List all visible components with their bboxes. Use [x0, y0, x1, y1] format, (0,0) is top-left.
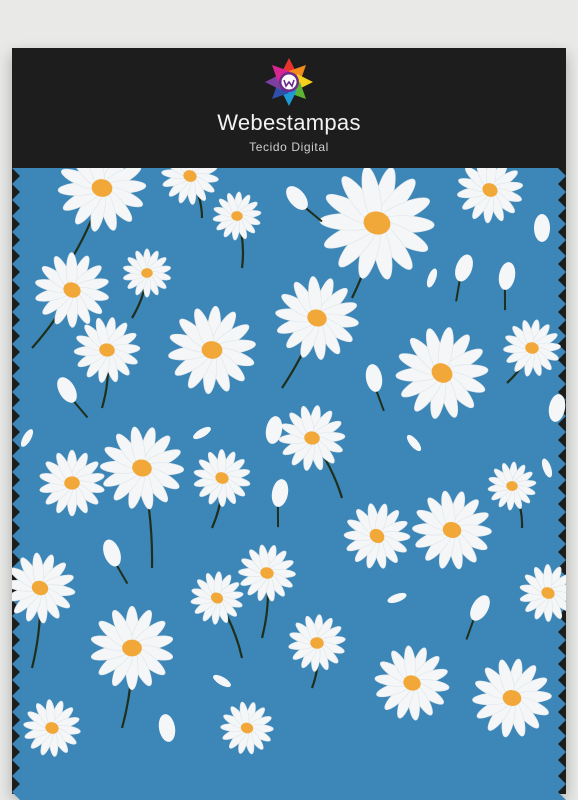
- brand-tagline: Tecido Digital: [249, 140, 329, 154]
- webestampas-logo-icon: [265, 58, 313, 106]
- daisy-part: [122, 639, 142, 657]
- daisy-part: [64, 476, 80, 490]
- fabric-swatch: [12, 168, 566, 800]
- daisy-bud: [534, 214, 550, 242]
- card-header: Webestampas Tecido Digital: [12, 48, 566, 168]
- daisy-part: [534, 214, 550, 242]
- daisy-part: [141, 268, 153, 278]
- brand-name: Webestampas: [217, 110, 361, 135]
